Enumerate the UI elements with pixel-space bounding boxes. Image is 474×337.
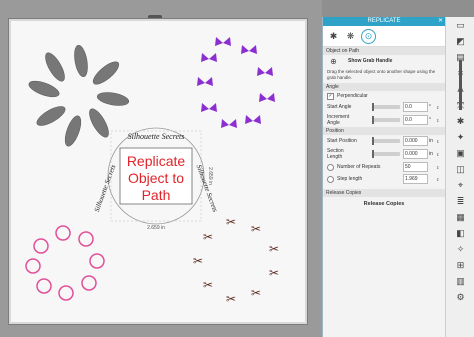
mat-surface: Silhouette Secrets Silhouette Secrets Si…	[11, 21, 305, 322]
increment-angle-spinner-icon[interactable]: ⇕	[436, 118, 441, 123]
fill-color-icon[interactable]: ◩	[446, 33, 474, 49]
align-icon[interactable]: ≣	[446, 193, 474, 209]
path-text-top: Silhouette Secrets	[128, 132, 185, 141]
replicate-radial-icon[interactable]: ❋	[344, 30, 357, 43]
svg-text:✂: ✂	[226, 292, 236, 306]
butterfly-wreath[interactable]	[197, 37, 275, 128]
number-of-repeats-input[interactable]: 50	[403, 162, 428, 172]
replicate-grid-icon[interactable]: ✱	[327, 30, 340, 43]
path-text-right: Silhouette Secrets	[195, 164, 220, 214]
perpendicular-label: Perpendicular	[337, 93, 368, 99]
svg-text:✂: ✂	[203, 278, 213, 292]
rose-wreath[interactable]	[25, 225, 105, 301]
selected-path-text-group[interactable]: Silhouette Secrets Silhouette Secrets Si…	[93, 127, 220, 231]
svg-text:✂: ✂	[251, 286, 261, 300]
start-position-label: Start Position	[327, 138, 357, 144]
feather-wreath[interactable]	[27, 44, 130, 148]
step-length-row: Step length 1.969 ⇕	[323, 173, 445, 185]
cutting-mat: Silhouette Secrets Silhouette Secrets Si…	[8, 18, 308, 325]
section-length-unit: in	[429, 151, 433, 157]
grab-handle-icon: ⊕	[330, 56, 337, 66]
replicate-on-path-icon[interactable]: ⊙	[361, 28, 376, 44]
center-text-line-1: Replicate	[127, 153, 186, 169]
center-text-line-3: Path	[142, 187, 171, 203]
start-position-input[interactable]: 0.000	[403, 136, 428, 146]
svg-text:✂: ✂	[251, 222, 261, 236]
number-of-repeats-spinner-icon[interactable]: ⇕	[436, 165, 441, 170]
start-angle-slider[interactable]	[372, 103, 400, 111]
settings-icon[interactable]: ⚙	[446, 289, 474, 305]
svg-text:✂: ✂	[226, 215, 236, 229]
perpendicular-checkbox[interactable]: ✓	[327, 92, 334, 100]
increment-angle-input[interactable]: 0.0	[403, 115, 428, 125]
number-of-repeats-radio[interactable]	[327, 163, 334, 171]
vertical-scrollbar[interactable]	[459, 60, 462, 110]
library-icon[interactable]: ▦	[446, 209, 474, 225]
step-length-input[interactable]: 1.969	[403, 174, 428, 184]
number-of-repeats-row: Number of Repeats 50 ⇕	[323, 161, 445, 173]
start-position-spinner-icon[interactable]: ⇕	[436, 139, 441, 144]
replicate-panel: REPLICATE ✕ ✱ ❋ ⊙ Object on Path ⊕ Show …	[322, 17, 445, 337]
start-angle-label: Start Angle	[327, 104, 352, 110]
effects-icon[interactable]: ✧	[446, 241, 474, 257]
increment-angle-row: Increment Angle 0.0 ° ⇕	[323, 113, 445, 127]
start-angle-unit: °	[429, 104, 431, 110]
offset-icon[interactable]: ▣	[446, 145, 474, 161]
panel-title: REPLICATE	[367, 18, 401, 24]
section-length-input[interactable]: 0.000	[403, 149, 428, 159]
start-position-unit: in	[429, 138, 433, 144]
section-position: Position	[323, 127, 445, 135]
modify-icon[interactable]: ✦	[446, 129, 474, 145]
start-position-row: Start Position 0.000 in ⇕	[323, 135, 445, 147]
replicate-icon[interactable]: ✱	[446, 113, 474, 129]
svg-text:✂: ✂	[193, 254, 203, 268]
layers-icon[interactable]: ◧	[446, 225, 474, 241]
section-object-on-path: Object on Path	[323, 47, 445, 55]
perpendicular-row[interactable]: ✓ Perpendicular	[323, 91, 445, 101]
increment-angle-label: Increment Angle	[327, 114, 350, 126]
start-angle-spinner-icon[interactable]: ⇕	[436, 105, 441, 110]
svg-text:✂: ✂	[203, 230, 213, 244]
step-length-radio[interactable]	[327, 175, 334, 183]
knife-icon[interactable]: ⌖	[446, 177, 474, 193]
grab-handle-description: Drag the selected object onto another sh…	[327, 69, 436, 80]
start-position-slider[interactable]	[372, 137, 400, 145]
svg-text:✂: ✂	[269, 266, 279, 280]
panel-header: REPLICATE ✕	[323, 17, 445, 26]
step-length-label: Step length	[337, 176, 363, 182]
center-text-line-2: Object to	[128, 170, 184, 186]
number-of-repeats-label: Number of Repeats	[337, 164, 381, 170]
dimension-height-label: 2.659 in	[207, 167, 213, 185]
step-length-spinner-icon[interactable]: ⇕	[436, 177, 441, 182]
section-length-slider[interactable]	[372, 150, 400, 158]
svg-text:✂: ✂	[269, 242, 279, 256]
grid-icon[interactable]: ⊞	[446, 257, 474, 273]
artwork-svg: Silhouette Secrets Silhouette Secrets Si…	[25, 37, 279, 306]
replicate-mode-icons: ✱ ❋ ⊙	[323, 26, 445, 47]
show-grab-handle-label: Show Grab Handle	[348, 58, 393, 64]
release-copies-button[interactable]: Release Copies	[323, 197, 445, 211]
scissors-wreath[interactable]: ✂ ✂✂ ✂✂✂ ✂✂✂	[193, 215, 279, 306]
close-icon[interactable]: ✕	[438, 17, 443, 26]
pages-icon[interactable]: ▥	[446, 273, 474, 289]
start-angle-input[interactable]: 0.0	[403, 102, 428, 112]
path-text-left: Silhouette Secrets	[93, 163, 118, 213]
section-length-label: Section Length	[327, 148, 344, 160]
start-angle-row: Start Angle 0.0 ° ⇕	[323, 101, 445, 113]
trace-icon[interactable]: ◫	[446, 161, 474, 177]
increment-angle-slider[interactable]	[372, 116, 400, 124]
section-release-copies: Release Copies	[323, 189, 445, 197]
increment-angle-unit: °	[429, 117, 431, 123]
dimension-width-label: 2.659 in	[147, 225, 165, 231]
design-page-icon[interactable]: ▭	[446, 17, 474, 33]
section-length-row: Section Length 0.000 in ⇕	[323, 147, 445, 161]
section-angle: Angle	[323, 83, 445, 91]
design-canvas[interactable]: ▲	[0, 0, 322, 337]
section-length-spinner-icon[interactable]: ⇕	[436, 152, 441, 157]
show-grab-handle-row[interactable]: ⊕ Show Grab Handle	[323, 55, 445, 67]
